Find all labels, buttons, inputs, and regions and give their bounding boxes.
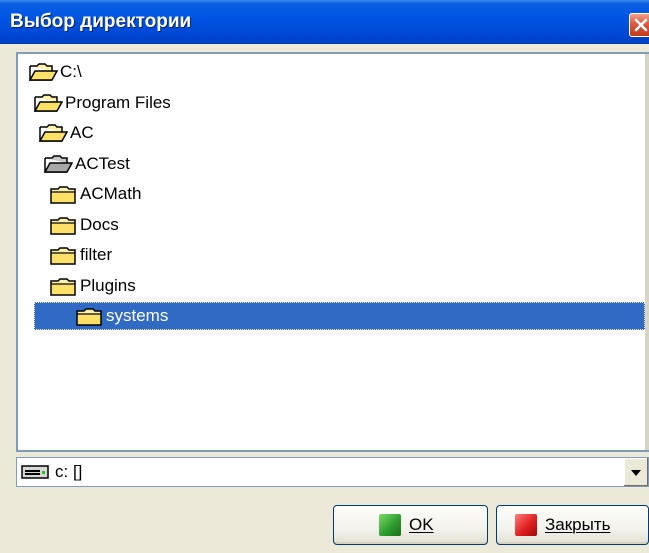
ok-icon <box>379 514 401 536</box>
tree-node[interactable]: AC <box>38 119 94 147</box>
tree-node[interactable]: C:\ <box>28 58 82 86</box>
chevron-down-icon <box>631 470 641 476</box>
folder-closed-icon <box>50 247 76 265</box>
folder-closed-icon <box>76 308 102 326</box>
ok-button[interactable]: OK <box>333 505 488 545</box>
tree-node-label: C:\ <box>60 62 82 81</box>
tree-node[interactable]: systems <box>34 302 645 330</box>
tree-node-label: systems <box>106 306 169 325</box>
folder-open-icon <box>33 93 63 112</box>
tree-node[interactable]: Plugins <box>48 272 136 300</box>
drive-dropdown-button[interactable] <box>623 458 648 486</box>
tree-node-label: Program Files <box>65 92 171 112</box>
tree-node[interactable]: ACTest <box>43 150 130 178</box>
close-window-button[interactable] <box>629 13 649 37</box>
tree-node-label: ACMath <box>80 184 142 203</box>
directory-tree[interactable]: C:\ Program Files AC ACTest ACMath Docs filter… <box>16 52 649 452</box>
window-title: Выбор директории <box>10 11 192 32</box>
close-icon <box>634 18 648 32</box>
tree-node[interactable]: Program Files <box>33 89 171 117</box>
close-button-label: Закрыть <box>545 515 611 534</box>
ok-button-label: OK <box>409 515 434 534</box>
title-bar[interactable]: Выбор директории <box>0 0 649 44</box>
tree-node-label: AC <box>70 123 94 142</box>
drive-value: c: [] <box>55 462 83 481</box>
folder-closed-icon <box>50 186 76 204</box>
tree-node-label: Docs <box>80 214 119 234</box>
drive-select[interactable]: c: [] <box>16 457 649 487</box>
folder-open-grey-icon <box>43 154 73 173</box>
tree-node-label: Plugins <box>80 275 136 295</box>
drive-icon <box>21 465 49 479</box>
folder-closed-icon <box>50 277 76 296</box>
tree-scrollbar[interactable] <box>645 54 649 450</box>
folder-open-icon <box>38 124 68 142</box>
tree-node-label: ACTest <box>75 153 130 173</box>
folder-open-icon <box>28 63 58 81</box>
close-dialog-icon <box>515 514 537 536</box>
tree-node[interactable]: filter <box>48 241 112 269</box>
close-button[interactable]: Закрыть <box>496 505 649 545</box>
tree-node[interactable]: ACMath <box>48 180 141 208</box>
tree-node[interactable]: Docs <box>48 211 119 239</box>
tree-node-label: filter <box>80 245 113 264</box>
folder-closed-icon <box>50 216 76 235</box>
